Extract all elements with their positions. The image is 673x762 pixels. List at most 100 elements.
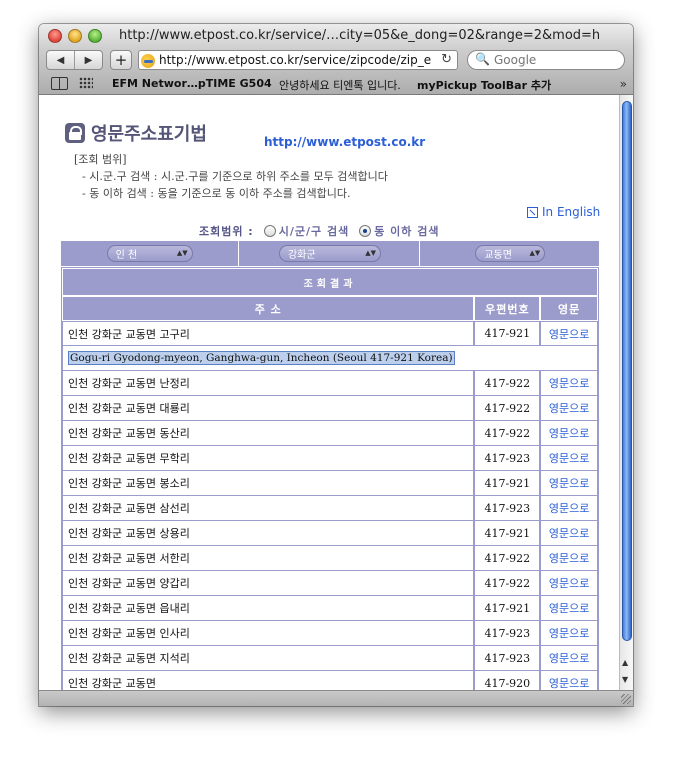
row-address: 인천 강화군 교동면	[62, 671, 475, 690]
favicon-icon	[141, 54, 155, 68]
row-english-link[interactable]: 영문으로	[540, 321, 598, 346]
nav-buttons: ◀ ▶	[46, 50, 103, 70]
table-row: 인천 강화군 교동면 고구리 417-921 영문으로	[62, 321, 598, 346]
bookmarks-bar: EFM Networ…pTIME G504 안녕하세요 티엔톡 입니다. myP…	[39, 74, 633, 95]
row-zip: 417-923	[474, 446, 541, 471]
english-address-text[interactable]: Gogu-ri Gyodong-myeon, Ganghwa-gun, Inch…	[68, 351, 455, 365]
table-row: 인천 강화군 교동면 인사리 417-923 영문으로	[62, 621, 598, 646]
city-select[interactable]: 인 천 ▲▼	[106, 245, 193, 262]
table-row: 인천 강화군 교동면 삼선리 417-923 영문으로	[62, 496, 598, 521]
bookmarks-book-icon[interactable]	[51, 77, 68, 90]
row-english-link[interactable]: 영문으로	[540, 471, 598, 496]
scroll-up-arrow-icon[interactable]: ▲	[622, 658, 628, 667]
radio-dong-search[interactable]	[359, 225, 372, 237]
row-address: 인천 강화군 교동면 난정리	[62, 371, 475, 396]
forward-button[interactable]: ▶	[75, 51, 102, 69]
status-bar	[39, 690, 633, 706]
minimize-window-button[interactable]	[68, 29, 82, 43]
row-english-link[interactable]: 영문으로	[540, 671, 598, 690]
row-zip: 417-923	[474, 621, 541, 646]
city-select-cell: 인 천 ▲▼	[61, 241, 240, 266]
row-english-link[interactable]: 영문으로	[540, 646, 598, 671]
row-address: 인천 강화군 교동면 인사리	[62, 621, 475, 646]
bookmark-item[interactable]: 안녕하세요 티엔톡 입니다.	[279, 77, 401, 93]
external-link-icon	[527, 206, 538, 218]
row-address: 인천 강화군 교동면 무학리	[62, 446, 475, 471]
resize-grip-icon[interactable]	[621, 694, 631, 704]
row-english-link[interactable]: 영문으로	[540, 596, 598, 621]
address-selectors: 인 천 ▲▼ 강화군 ▲▼ 교동면 ▲▼	[61, 241, 599, 266]
results-header-row: 주 소 우편번호 영문	[62, 296, 599, 321]
more-bookmarks-icon[interactable]: »	[620, 77, 627, 91]
row-zip: 417-921	[474, 521, 541, 546]
title-bar: http://www.etpost.co.kr/service/…city=05…	[39, 24, 633, 48]
row-english-link[interactable]: 영문으로	[540, 421, 598, 446]
page-content: 영문주소표기법 http://www.etpost.co.kr [조회 범위] …	[39, 95, 619, 690]
table-row: 인천 강화군 교동면 417-920 영문으로	[62, 671, 598, 690]
col-zip-header: 우편번호	[474, 296, 541, 321]
results-title: 조회결과	[62, 268, 598, 296]
range-heading: [조회 범위]	[74, 153, 127, 166]
row-address: 인천 강화군 교동면 동산리	[62, 421, 475, 446]
scroll-down-arrow-icon[interactable]: ▼	[622, 675, 628, 684]
vertical-scrollbar[interactable]: ▲ ▼	[619, 95, 633, 690]
search-icon[interactable]: 🔍	[475, 52, 490, 66]
row-zip: 417-923	[474, 646, 541, 671]
row-english-link[interactable]: 영문으로	[540, 521, 598, 546]
lock-icon	[65, 123, 85, 143]
address-bar[interactable]: http://www.etpost.co.kr/service/zipcode/…	[138, 50, 458, 70]
english-address-row: Gogu-ri Gyodong-myeon, Ganghwa-gun, Inch…	[62, 346, 598, 371]
search-range-label: 조회범위 :	[199, 225, 254, 238]
row-zip: 417-921	[474, 321, 541, 346]
search-input[interactable]	[494, 52, 614, 68]
radio-city-search[interactable]	[263, 225, 276, 237]
row-english-link[interactable]: 영문으로	[540, 371, 598, 396]
in-english-label[interactable]: In English	[542, 205, 600, 219]
page-title-text: 영문주소표기법	[91, 124, 207, 145]
zoom-window-button[interactable]	[88, 29, 102, 43]
bookmark-item[interactable]: myPickup ToolBar 추가	[417, 77, 551, 93]
table-row: 인천 강화군 교동면 무학리 417-923 영문으로	[62, 446, 598, 471]
col-english-header: 영문	[540, 296, 599, 321]
col-address-header: 주 소	[62, 296, 475, 321]
row-address: 인천 강화군 교동면 읍내리	[62, 596, 475, 621]
row-english-link[interactable]: 영문으로	[540, 621, 598, 646]
select-arrows-icon: ▲▼	[176, 249, 188, 257]
dong-select[interactable]: 교동면 ▲▼	[475, 245, 546, 262]
add-bookmark-button[interactable]: +	[110, 50, 132, 70]
radio-city-label[interactable]: 시/군/구 검색	[279, 223, 349, 239]
close-window-button[interactable]	[48, 29, 62, 43]
district-select-cell: 강화군 ▲▼	[241, 241, 420, 266]
row-zip: 417-922	[474, 396, 541, 421]
row-english-link[interactable]: 영문으로	[540, 571, 598, 596]
district-select-value: 강화군	[287, 250, 316, 261]
row-zip: 417-920	[474, 671, 541, 690]
row-english-link[interactable]: 영문으로	[540, 496, 598, 521]
results-table: 조회결과 주 소 우편번호 영문 인천 강화군 교동면 고구리 417-921 …	[61, 267, 599, 690]
address-url[interactable]: http://www.etpost.co.kr/service/zipcode/…	[159, 53, 435, 67]
row-english-link[interactable]: 영문으로	[540, 546, 598, 571]
top-sites-grid-icon[interactable]	[79, 77, 93, 89]
district-select[interactable]: 강화군 ▲▼	[278, 245, 381, 262]
table-row: 인천 강화군 교동면 동산리 417-922 영문으로	[62, 421, 598, 446]
bookmark-item[interactable]: EFM Networ…pTIME G504	[112, 77, 272, 90]
search-box[interactable]: 🔍	[467, 50, 625, 70]
browser-toolbar: ◀ ▶ + http://www.etpost.co.kr/service/zi…	[39, 48, 633, 74]
page-title: 영문주소표기법	[65, 121, 207, 145]
table-row: 인천 강화군 교동면 서한리 417-922 영문으로	[62, 546, 598, 571]
table-row: 인천 강화군 교동면 양갑리 417-922 영문으로	[62, 571, 598, 596]
row-zip: 417-921	[474, 596, 541, 621]
select-arrows-icon: ▲▼	[529, 249, 541, 257]
row-zip: 417-922	[474, 421, 541, 446]
row-english-link[interactable]: 영문으로	[540, 446, 598, 471]
row-address: 인천 강화군 교동면 양갑리	[62, 571, 475, 596]
back-button[interactable]: ◀	[47, 51, 75, 69]
in-english-link[interactable]: In English	[527, 205, 600, 219]
row-address: 인천 강화군 교동면 고구리	[62, 321, 475, 346]
row-english-link[interactable]: 영문으로	[540, 396, 598, 421]
site-link[interactable]: http://www.etpost.co.kr	[264, 135, 425, 149]
scroll-thumb[interactable]	[622, 101, 632, 641]
range-line-dong: - 동 이하 검색 : 동을 기준으로 동 이하 주소를 검색합니다.	[82, 187, 351, 200]
reload-icon[interactable]: ↻	[441, 52, 452, 67]
radio-dong-label[interactable]: 동 이하 검색	[374, 223, 439, 239]
